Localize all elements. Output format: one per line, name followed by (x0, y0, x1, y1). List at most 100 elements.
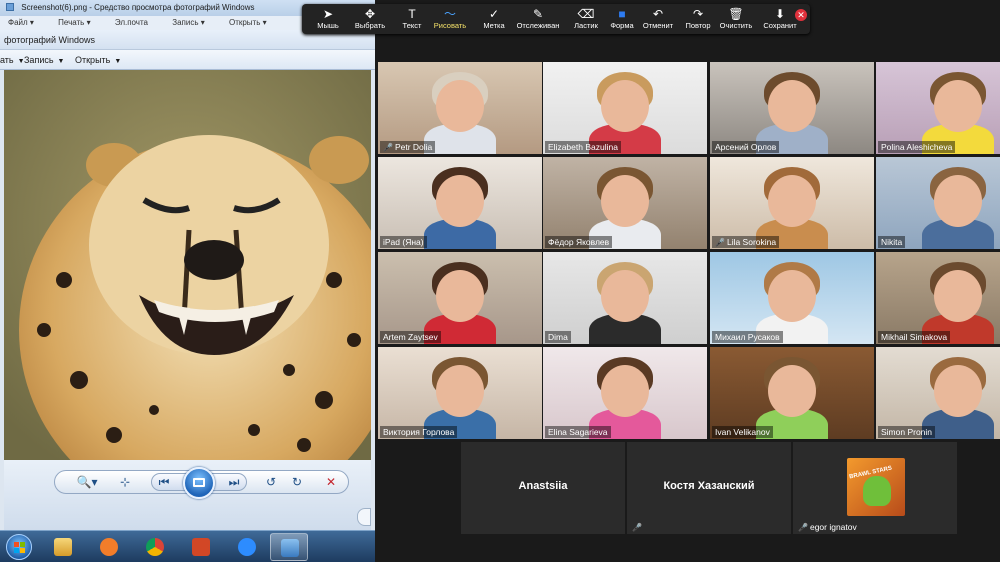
tool-checkmark[interactable]: ✓ Метка (474, 7, 514, 33)
participant-name-label: Ivan Velikanov (712, 426, 773, 438)
delete-icon[interactable]: ✕ (321, 474, 341, 490)
tool-label: Отменит (642, 21, 674, 30)
tool-redo[interactable]: ↷ Повтор (678, 7, 718, 33)
menu-file[interactable]: Файл ▾ (8, 18, 34, 27)
participant-face (934, 365, 982, 417)
tool-eraser[interactable]: ⌫ Ластик (566, 7, 606, 33)
cheetah-image (4, 70, 371, 460)
menu-print[interactable]: Печать ▾ (58, 18, 90, 27)
tool-label: Рисовать (433, 21, 467, 30)
participant-name-label (463, 531, 469, 533)
menu-burn[interactable]: Запись ▾ (172, 18, 205, 27)
participant-name-label: Фёдор Яковлев (545, 236, 613, 248)
participant-name: Nikita (881, 237, 903, 247)
participant-name: Polina Aleshicheva (881, 142, 953, 152)
previous-icon[interactable]: ⏮ (154, 474, 174, 490)
participant-name-label: iPad (Яна) (380, 236, 427, 248)
start-button[interactable] (6, 534, 32, 560)
tool-label: Форма (610, 21, 634, 30)
participant-video-tile[interactable]: Artem Zaytsev (378, 252, 542, 344)
participant-name: Petr Dolia (394, 142, 433, 152)
viewer-side-handle[interactable] (357, 508, 371, 526)
participant-audio-tile[interactable]: BRAWL STARS 🎤 egor ignatov (793, 442, 957, 534)
participant-name-label: 🎤 Lila Sorokina (712, 236, 780, 248)
tool-trash[interactable]: 🗑 Очистить (716, 7, 756, 33)
photo-viewer-app-icon (6, 3, 14, 11)
zoom-icon[interactable]: 🔍▾ (73, 474, 101, 490)
tool-move[interactable]: ✥ Выбрать (350, 7, 390, 33)
actual-size-icon[interactable]: ⊹ (115, 474, 135, 490)
participant-video-tile[interactable]: Elina Sagarieva (543, 347, 707, 439)
tool-cursor[interactable]: ➤ Мышь (308, 7, 348, 33)
participant-audio-tile[interactable]: Anastsiia (461, 442, 625, 534)
undo-icon: ↶ (652, 7, 664, 21)
text-icon: T (408, 7, 416, 21)
slideshow-button[interactable] (183, 467, 215, 499)
close-annotation-icon[interactable]: ✕ (795, 9, 807, 21)
tool-label: Повтор (685, 21, 711, 30)
participant-video-tile[interactable]: Фёдор Яковлев (543, 157, 707, 249)
media-player-icon (100, 538, 118, 556)
participant-video-tile[interactable]: Ivan Velikanov (710, 347, 874, 439)
participant-name-label: Mikhail Simakova (878, 331, 951, 343)
tool-label: Выбрать (354, 21, 386, 30)
eraser-icon: ⌫ (577, 7, 595, 21)
taskbar-chrome[interactable] (136, 533, 174, 561)
participant-name-label: 🎤 egor ignatov (795, 521, 860, 533)
cursor-icon: ➤ (322, 7, 334, 21)
checkmark-icon: ✓ (488, 7, 500, 21)
tool-save[interactable]: ⬇ Сохранит (760, 7, 800, 33)
powerpoint-icon (192, 538, 210, 556)
participant-video-tile[interactable]: Mikhail Simakova (876, 252, 1000, 344)
open-command[interactable]: Открыть ▼ (75, 50, 121, 72)
participant-face (768, 175, 816, 227)
participant-name-label: Artem Zaytsev (380, 331, 441, 343)
participant-face (768, 80, 816, 132)
rotate-left-icon[interactable]: ↺ (261, 474, 281, 490)
brawl-stars-avatar: BRAWL STARS (847, 458, 905, 516)
participant-name-label: 🎤 (629, 521, 647, 533)
rotate-right-icon[interactable]: ↻ (287, 474, 307, 490)
tool-draw[interactable]: 〜 Рисовать (430, 7, 470, 33)
displayed-photo (4, 70, 371, 460)
taskbar-zoom[interactable] (228, 533, 266, 561)
zoom-app-icon (238, 538, 256, 556)
menu-email[interactable]: Эл.почта (115, 18, 148, 27)
participant-video-tile[interactable]: Elizabeth Bazulina (543, 62, 707, 154)
print-command[interactable]: ать ▼ (0, 50, 25, 72)
participant-video-tile[interactable]: Simon Pronin (876, 347, 1000, 439)
participant-face (768, 365, 816, 417)
participant-audio-tile[interactable]: Костя Хазанский 🎤 (627, 442, 791, 534)
participant-video-tile[interactable]: iPad (Яна) (378, 157, 542, 249)
viewer-window-title: Screenshot(6).png - Средство просмотра ф… (21, 3, 255, 12)
tool-undo[interactable]: ↶ Отменит (638, 7, 678, 33)
taskbar-powerpoint[interactable] (182, 533, 220, 561)
participant-video-tile[interactable]: Dima (543, 252, 707, 344)
next-icon[interactable]: ⏭ (224, 474, 244, 490)
menu-open[interactable]: Открыть ▾ (229, 18, 267, 27)
participant-name: egor ignatov (809, 522, 857, 532)
spotlight-icon: ✎ (532, 7, 544, 21)
participant-name-label: Simon Pronin (878, 426, 936, 438)
participant-video-tile[interactable]: Михаил Русаков (710, 252, 874, 344)
taskbar-photo-viewer[interactable] (270, 533, 308, 561)
participant-face (601, 175, 649, 227)
participant-video-tile[interactable]: Nikita (876, 157, 1000, 249)
participant-video-tile[interactable]: Арсений Орлов (710, 62, 874, 154)
windows-logo-icon (14, 542, 26, 554)
participant-video-tile[interactable]: 🎤 Lila Sorokina (710, 157, 874, 249)
participant-name: Elizabeth Bazulina (548, 142, 618, 152)
participant-video-tile[interactable]: Виктория Горлова (378, 347, 542, 439)
taskbar-media-player[interactable] (90, 533, 128, 561)
participant-name: Elina Sagarieva (548, 427, 608, 437)
tool-text[interactable]: T Текст (392, 7, 432, 33)
tool-spotlight[interactable]: ✎ Отслеживан (512, 7, 564, 33)
taskbar-explorer[interactable] (44, 533, 82, 561)
muted-mic-icon: 🎤 (632, 523, 642, 532)
burn-command[interactable]: Запись ▼ (24, 50, 64, 72)
participant-video-tile[interactable]: 🎤 Petr Dolia (378, 62, 542, 154)
participant-face (436, 365, 484, 417)
tool-shape[interactable]: ■ Форма (602, 7, 642, 33)
participant-video-tile[interactable]: Polina Aleshicheva (876, 62, 1000, 154)
participant-name-label: Михаил Русаков (712, 331, 783, 343)
